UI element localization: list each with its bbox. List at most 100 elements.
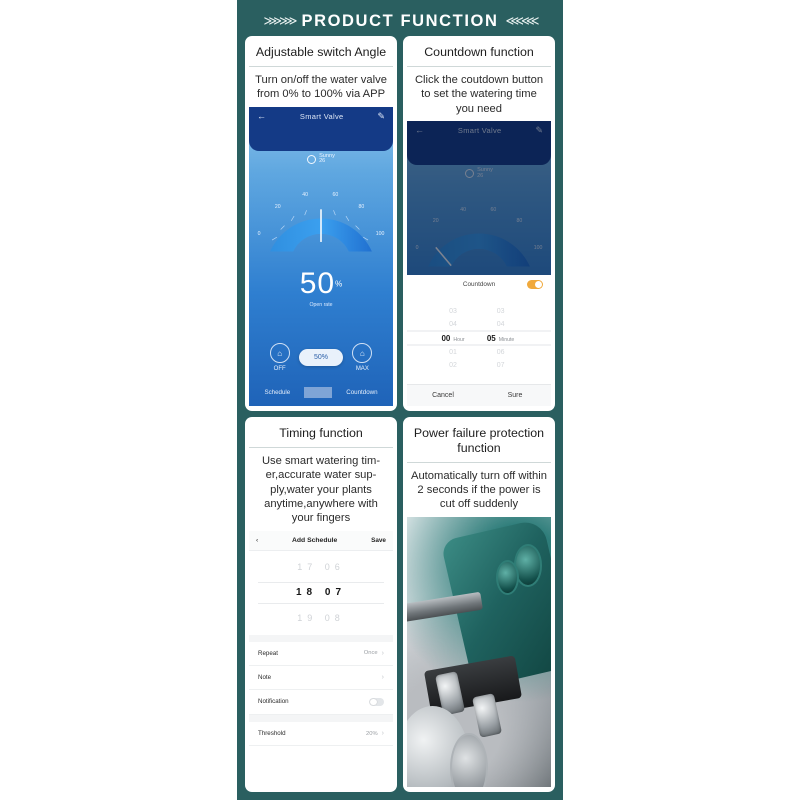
page-title: PRODUCT FUNCTION [301, 11, 499, 30]
minute-selected[interactable]: 05 Minute [487, 334, 514, 343]
chevron-right-icon: › [381, 730, 384, 738]
open-rate-caption: Open rate [309, 302, 333, 309]
card-description: Use smart watering tim-er,accurate water… [261, 454, 381, 525]
row-value: 20% [366, 730, 378, 737]
weather-widget: Sunny 26 [249, 153, 393, 166]
minute-option-above-2[interactable]: 03 [497, 308, 505, 315]
gauge-arc [428, 233, 530, 267]
list-item-note[interactable]: Note › [249, 666, 393, 690]
cancel-button[interactable]: Cancel [407, 385, 479, 406]
app-bar-title: Smart Valve [457, 125, 502, 135]
sun-icon [307, 154, 317, 164]
list-item-repeat[interactable]: Repeat Once › [249, 642, 393, 666]
feature-card-timing-function: Timing function Use smart watering tim-e… [245, 417, 397, 792]
valve-controls: ⌂ OFF 50% ⌂ MAX [249, 343, 393, 372]
minute-option-below-2[interactable]: 07 [497, 362, 505, 369]
list-item-notification[interactable]: Notification [249, 690, 393, 716]
chevron-right-icon: › [381, 673, 384, 681]
app-bar: ← Smart Valve ✎ [407, 120, 551, 165]
minute-option-above-1[interactable]: 04 [497, 321, 505, 328]
gauge-tick-0: 0 [257, 230, 261, 237]
off-label: OFF [273, 366, 286, 372]
hour-selected[interactable]: 00 Hour [441, 334, 464, 343]
open-rate-gauge[interactable]: 0 20 40 60 80 100 [249, 169, 393, 265]
row-label: Threshold [258, 730, 286, 738]
off-knob-icon[interactable]: ⌂ [269, 343, 290, 363]
schedule-app-screen: ‹ Add Schedule Save 17 06 18 07 19 08 Re… [249, 530, 393, 787]
max-knob-icon[interactable]: ⌂ [352, 343, 373, 363]
countdown-toggle[interactable] [527, 279, 543, 289]
chevrons-right-icon: ⋘⋘ [505, 13, 540, 28]
banner: ⋙⋙ PRODUCT FUNCTION ⋘⋘ [245, 6, 555, 36]
hour-option-below-1[interactable]: 01 [449, 349, 457, 356]
minute-option-below-1[interactable]: 06 [497, 349, 505, 356]
row-value-group: › [382, 674, 384, 681]
tab-countdown[interactable]: Countdown [332, 389, 391, 396]
gauge-tick-40: 40 [302, 192, 309, 199]
off-control[interactable]: ⌂ OFF [269, 343, 290, 372]
card-title: Adjustable switch Angle [249, 40, 393, 67]
feature-card-power-failure-protection: Power failure protection function Automa… [403, 417, 555, 792]
sure-button[interactable]: Sure [479, 385, 551, 406]
countdown-sheet: Countdown 03 04 00 Hour 01 02 03 04 05 M… [407, 274, 551, 406]
row-value-group: Once › [364, 650, 384, 657]
gauge-tick-60: 60 [490, 206, 497, 213]
max-control[interactable]: ⌂ MAX [352, 343, 373, 372]
card-title: Countdown function [407, 40, 551, 67]
sun-icon [465, 169, 475, 179]
chevron-right-icon: › [381, 649, 384, 657]
switch-knob-icon [370, 698, 377, 706]
gauge-svg [270, 209, 372, 252]
minute-column[interactable]: 03 04 05 Minute 06 07 [479, 293, 522, 384]
hour-option-above-2[interactable]: 03 [449, 308, 457, 315]
gauge-tick-80: 80 [358, 203, 365, 210]
list-item-threshold[interactable]: Threshold 20% › [249, 722, 393, 747]
weather-temperature: 26 [477, 172, 484, 179]
time-option-selected[interactable]: 18 07 [249, 587, 393, 598]
gauge-tick-60: 60 [332, 192, 339, 199]
tab-schedule[interactable]: Schedule [250, 389, 304, 396]
back-arrow-icon[interactable]: ← [415, 125, 424, 135]
weather-text: Sunny 26 [319, 153, 335, 166]
countdown-picker[interactable]: 03 04 00 Hour 01 02 03 04 05 Minute 06 0… [407, 293, 551, 384]
gauge-tick-100: 100 [533, 245, 543, 252]
max-label: MAX [355, 366, 369, 372]
edit-pencil-icon[interactable]: ✎ [535, 125, 543, 135]
time-option-above[interactable]: 17 06 [249, 562, 393, 572]
bottom-tabs: Schedule Countdown [249, 387, 393, 398]
nav-bar: ‹ Add Schedule Save [249, 530, 393, 551]
gauge-tick-20: 20 [274, 203, 281, 210]
card-screenshot: ‹ Add Schedule Save 17 06 18 07 19 08 Re… [249, 530, 393, 787]
countdown-sheet-header: Countdown [407, 275, 551, 293]
infographic-page: ⋙⋙ PRODUCT FUNCTION ⋘⋘ Adjustable switch… [0, 0, 800, 800]
chevrons-left-icon: ⋙⋙ [263, 13, 298, 28]
card-description: Turn on/off the water valve from 0% to 1… [255, 73, 387, 101]
back-arrow-icon[interactable]: ← [257, 111, 266, 121]
app-bar: ← Smart Valve ✎ [249, 106, 393, 151]
app-bar-title: Smart Valve [299, 111, 344, 121]
hour-option-above-1[interactable]: 04 [449, 321, 457, 328]
gauge-tick-20: 20 [432, 218, 439, 225]
gauge-tick-100: 100 [375, 230, 385, 237]
row-label: Note [258, 673, 272, 681]
time-option-below[interactable]: 19 08 [249, 613, 393, 623]
hour-column[interactable]: 03 04 00 Hour 01 02 [433, 293, 473, 384]
open-rate-gauge: 0 20 40 60 80 100 [407, 184, 551, 280]
motorized-valve-photo [407, 516, 551, 787]
schedule-time-picker[interactable]: 17 06 18 07 19 08 [249, 551, 393, 635]
notification-switch[interactable] [369, 697, 384, 707]
card-description: Automatically turn off within 2 seconds … [411, 469, 547, 511]
edit-pencil-icon[interactable]: ✎ [377, 111, 385, 121]
current-value-pill[interactable]: 50% [298, 349, 343, 366]
weather-text: Sunny 26 [477, 167, 493, 180]
weather-temperature: 26 [319, 158, 326, 165]
feature-card-countdown-function: Countdown function Click the coutdown bu… [403, 36, 555, 411]
valve-app-screen: ← Smart Valve ✎ Sunny 26 0 20 40 60 80 1… [249, 106, 393, 406]
section-divider [249, 634, 393, 642]
save-button[interactable]: Save [371, 537, 386, 544]
hour-option-below-2[interactable]: 02 [449, 362, 457, 369]
section-divider [249, 715, 393, 723]
countdown-sheet-title: Countdown [462, 280, 496, 288]
feature-card-adjustable-switch-angle: Adjustable switch Angle Turn on/off the … [245, 36, 397, 411]
valve-app-screen-dimmed: ← Smart Valve ✎ Sunny 26 0 20 40 60 80 1… [407, 120, 551, 406]
